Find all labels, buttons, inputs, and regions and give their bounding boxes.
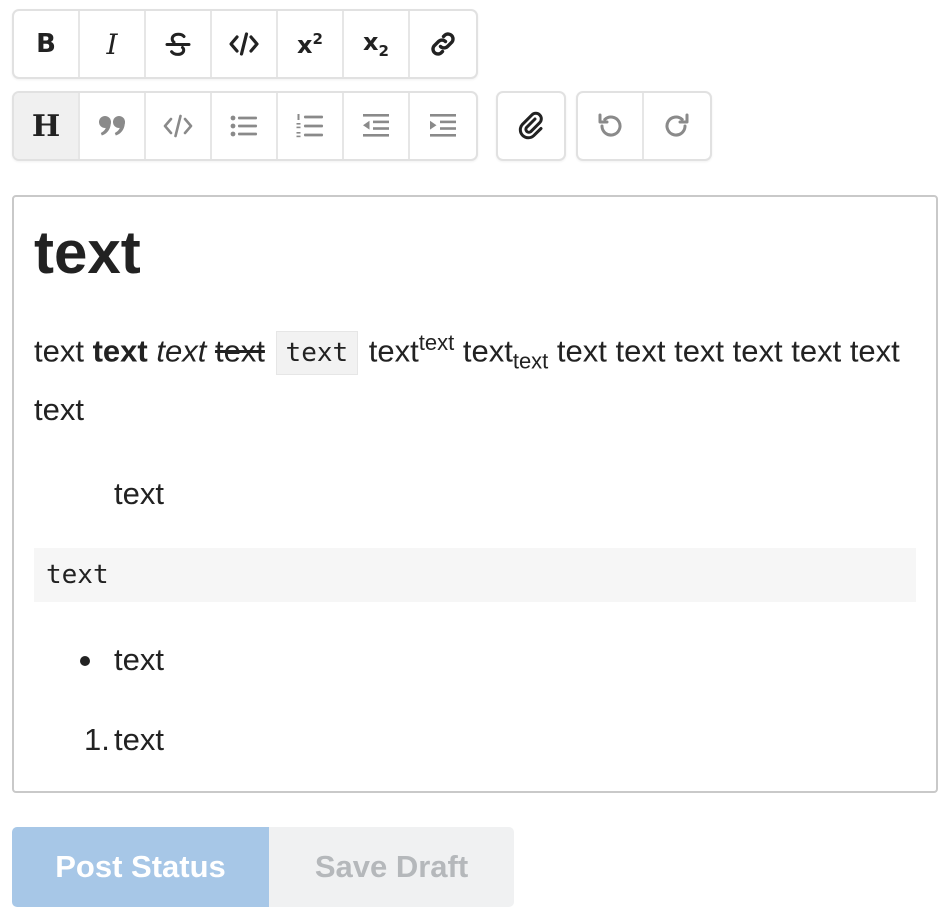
superscript-button[interactable]: x2	[278, 11, 344, 77]
bullet-list-icon	[230, 115, 257, 137]
indent-icon	[430, 114, 456, 137]
numbered-list-icon	[296, 114, 323, 138]
attach-button[interactable]	[498, 93, 564, 159]
editor-paragraph: text text text text text texttext textte…	[34, 319, 916, 434]
quote-icon	[99, 116, 125, 136]
numbered-list-item: 1. text	[34, 720, 916, 760]
history-toolbar	[576, 91, 712, 161]
outdent-icon	[363, 114, 389, 137]
bullet-list-item: text	[34, 640, 916, 680]
link-icon	[431, 32, 455, 56]
link-button[interactable]	[410, 11, 476, 77]
subscript-text: text	[512, 348, 549, 374]
code-block-button[interactable]	[146, 93, 212, 159]
italic-text: text	[156, 333, 207, 369]
attach-toolbar	[496, 91, 566, 161]
heading-button[interactable]: H	[14, 93, 80, 159]
code-button[interactable]	[212, 11, 278, 77]
code-icon	[229, 32, 259, 56]
block-format-toolbar: H	[12, 91, 478, 161]
heading-icon: H	[31, 108, 61, 144]
italic-icon: I	[106, 27, 118, 61]
undo-button[interactable]	[578, 93, 644, 159]
undo-icon	[598, 113, 622, 137]
code-block-icon	[163, 114, 193, 138]
strikethrough-text: text	[214, 333, 265, 369]
post-status-button[interactable]: Post Status	[12, 827, 269, 907]
increase-indent-button[interactable]	[410, 93, 476, 159]
paperclip-icon	[518, 111, 543, 140]
numbered-item-text: text	[114, 721, 164, 757]
superscript-icon: x2	[297, 29, 323, 59]
bold-icon: B	[36, 29, 56, 59]
editor-heading: text	[34, 219, 141, 286]
subscript-base-text: text	[462, 333, 513, 369]
list-number: 1.	[84, 721, 110, 757]
bullet-marker	[80, 655, 90, 666]
redo-button[interactable]	[644, 93, 710, 159]
superscript-base-text: text	[368, 333, 419, 369]
decrease-indent-button[interactable]	[344, 93, 410, 159]
code-block: text	[34, 547, 916, 602]
italic-button[interactable]: I	[80, 11, 146, 77]
bold-text: text	[92, 333, 148, 369]
superscript-text: text	[418, 330, 455, 355]
quote-button[interactable]	[80, 93, 146, 159]
blockquote: text	[114, 475, 164, 511]
redo-icon	[665, 113, 689, 137]
strikethrough-button[interactable]	[146, 11, 212, 77]
plain-text: text	[34, 333, 84, 369]
subscript-button[interactable]: x2	[344, 11, 410, 77]
bullet-list-button[interactable]	[212, 93, 278, 159]
subscript-icon: x2	[363, 28, 389, 60]
inline-code-text: text	[275, 331, 359, 376]
save-draft-button[interactable]: Save Draft	[269, 827, 514, 907]
strikethrough-icon	[165, 32, 191, 56]
rich-text-editor[interactable]: text text text text text text texttext t…	[12, 195, 938, 793]
inline-format-toolbar: B I x2 x2	[12, 9, 478, 79]
bullet-item-text: text	[114, 641, 164, 677]
bold-button[interactable]: B	[14, 11, 80, 77]
numbered-list-button[interactable]	[278, 93, 344, 159]
